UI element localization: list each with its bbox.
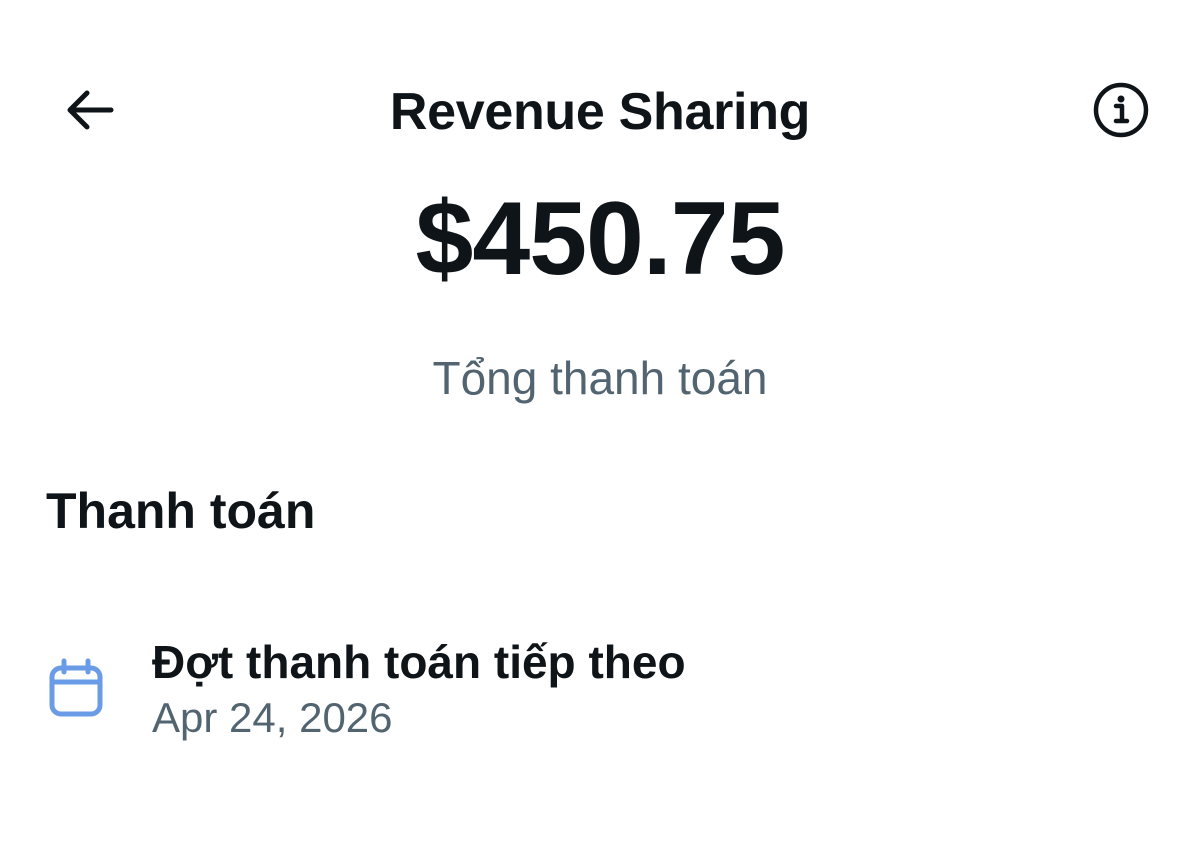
page-title: Revenue Sharing [389,83,811,141]
next-payout-title: Đợt thanh toán tiếp theo [152,636,686,688]
section-title: Thanh toán [46,483,316,539]
info-icon [1093,82,1149,138]
total-amount: $450.75 [415,181,786,297]
total-amount-label: Tổng thanh toán [432,352,768,404]
next-payout-row: Đợt thanh toán tiếp theo Apr 24, 2026 [0,628,1200,748]
calendar-icon [49,658,103,717]
next-payout-date: Apr 24, 2026 [152,694,393,741]
info-button[interactable] [1088,80,1154,140]
